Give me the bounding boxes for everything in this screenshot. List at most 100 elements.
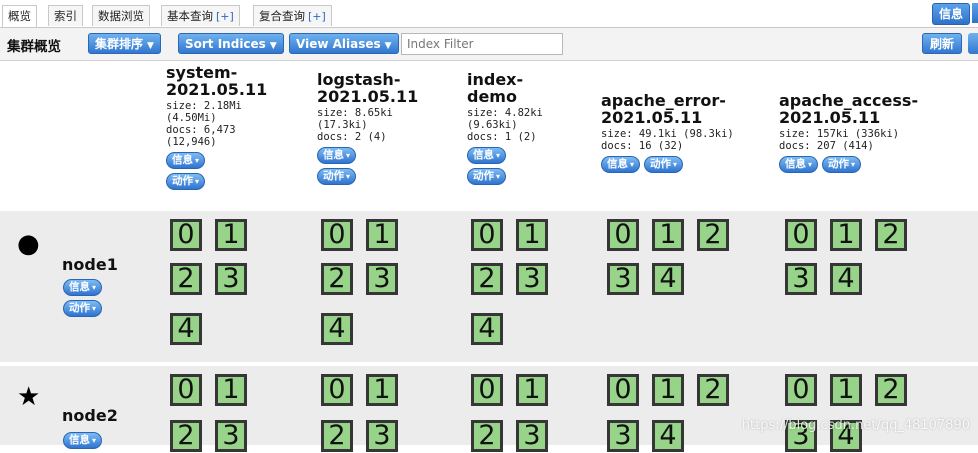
refresh-button[interactable]: 刷新 [921,33,962,54]
shard-box[interactable]: 3 [607,263,639,295]
index-info-button[interactable]: 信息 ▾ [317,147,357,164]
shard-box[interactable]: 0 [785,374,817,406]
shard-box[interactable]: 3 [607,420,639,452]
shard-box[interactable]: 1 [516,374,548,406]
index-action-button[interactable]: 动作 ▾ [317,168,357,185]
shard-box[interactable]: 2 [170,420,202,452]
shard-box[interactable]: 0 [471,219,503,251]
shard-box[interactable]: 1 [516,219,548,251]
view-aliases-button[interactable]: View Aliases ▼ [289,33,399,54]
caret-down-icon: ▾ [630,160,635,169]
shard-box[interactable]: 2 [321,263,353,295]
pill-label: 动作 [828,158,850,170]
tab-overview[interactable]: 概览 [2,5,37,27]
node-action-button[interactable]: 动作 ▾ [63,300,103,317]
shard-box[interactable]: 4 [170,313,202,345]
index-name: index- demo [467,70,524,106]
shard-box[interactable]: 0 [170,219,202,251]
shard-box[interactable]: 1 [215,219,247,251]
button-label: Sort Indices [185,37,266,51]
shard-box[interactable]: 3 [366,263,398,295]
tab-label: 数据浏览 [98,9,144,23]
tab-browser[interactable]: 数据浏览 [92,5,150,26]
index-meta: size: 157ki (336ki) docs: 207 (414) [779,128,900,152]
shard-box[interactable]: 1 [215,374,247,406]
shard-box[interactable]: 0 [321,219,353,251]
index-header-system: system- 2021.05.11 size: 2.18Mi (4.50Mi)… [166,64,267,190]
pill-label: 信息 [785,158,806,170]
index-action-button[interactable]: 动作 ▾ [644,156,684,173]
shard-box[interactable]: 2 [875,219,907,251]
sort-indices-button[interactable]: Sort Indices ▼ [178,33,284,54]
caret-down-icon: ▾ [496,151,501,160]
shard-box[interactable]: 2 [875,374,907,406]
shard-box[interactable]: 4 [652,263,684,295]
shard-box[interactable]: 2 [471,263,503,295]
refresh-dropdown-edge[interactable] [968,33,978,54]
shard-box[interactable]: 3 [215,420,247,452]
shard-box[interactable]: 3 [516,420,548,452]
shard-box[interactable]: 2 [471,420,503,452]
caret-down-icon: ▾ [195,156,200,165]
shard-box[interactable]: 1 [830,219,862,251]
tab-basic-query[interactable]: 基本查询 [+] [161,5,240,26]
index-name: logstash- 2021.05.11 [317,70,419,106]
caret-down-icon: ▾ [92,436,97,445]
shard-box[interactable]: 1 [830,374,862,406]
cluster-sort-button[interactable]: 集群排序 ▼ [88,33,161,54]
caret-down-icon: ▾ [496,172,501,181]
shard-box[interactable]: 2 [170,263,202,295]
index-meta: size: 2.18Mi (4.50Mi) docs: 6,473 (12,94… [166,100,242,148]
shard-box[interactable]: 3 [785,263,817,295]
node-info-button[interactable]: 信息 ▾ [63,279,103,296]
tab-label: 复合查询 [259,9,305,23]
master-node-circle-icon: ● [17,229,40,259]
shard-box[interactable]: 0 [607,374,639,406]
shard-box[interactable]: 1 [366,219,398,251]
index-filter-input[interactable] [401,33,563,55]
pill-label: 信息 [69,434,90,446]
node-info-button[interactable]: 信息 ▾ [63,432,103,449]
shard-box[interactable]: 3 [366,420,398,452]
shard-box[interactable]: 4 [321,313,353,345]
index-action-button[interactable]: 动作 ▾ [166,173,206,190]
node-name: node1 [62,255,118,274]
caret-down-icon: ▾ [673,160,678,169]
node-buttons: 信息 ▾ 动作 ▾ [63,277,103,321]
tab-structured-query[interactable]: 复合查询 [+] [253,5,332,26]
node-buttons: 信息 ▾ [63,430,103,453]
tab-add-link[interactable]: [+] [308,10,326,23]
shard-box[interactable]: 4 [471,313,503,345]
pill-label: 动作 [650,158,672,170]
shard-box[interactable]: 2 [321,420,353,452]
shard-box[interactable]: 1 [366,374,398,406]
shard-box[interactable]: 1 [652,219,684,251]
shard-box[interactable]: 0 [321,374,353,406]
shard-box[interactable]: 4 [830,263,862,295]
index-info-button[interactable]: 信息 ▾ [467,147,507,164]
shard-box[interactable]: 3 [516,263,548,295]
shard-box[interactable]: 0 [785,219,817,251]
index-info-button[interactable]: 信息 ▾ [779,156,819,173]
shard-box[interactable]: 3 [215,263,247,295]
caret-down-icon: ▼ [147,41,154,51]
info-button[interactable]: 信息 [931,3,970,25]
index-action-button[interactable]: 动作 ▾ [822,156,862,173]
shard-box[interactable]: 2 [697,219,729,251]
tab-add-link[interactable]: [+] [216,10,234,23]
shard-box[interactable]: 0 [607,219,639,251]
shard-box[interactable]: 0 [170,374,202,406]
shard-box[interactable]: 0 [471,374,503,406]
shard-box[interactable]: 4 [652,420,684,452]
pill-label: 信息 [172,154,193,166]
caret-down-icon: ▾ [195,177,200,186]
index-info-button[interactable]: 信息 ▾ [166,152,206,169]
watermark-text: https://blog.csdn.net/qq_48107890 [741,418,970,433]
caret-down-icon: ▼ [384,41,392,51]
index-action-button[interactable]: 动作 ▾ [467,168,507,185]
tab-label: 基本查询 [167,9,213,23]
index-info-button[interactable]: 信息 ▾ [601,156,641,173]
tab-indices[interactable]: 索引 [48,5,83,26]
shard-box[interactable]: 1 [652,374,684,406]
shard-box[interactable]: 2 [697,374,729,406]
